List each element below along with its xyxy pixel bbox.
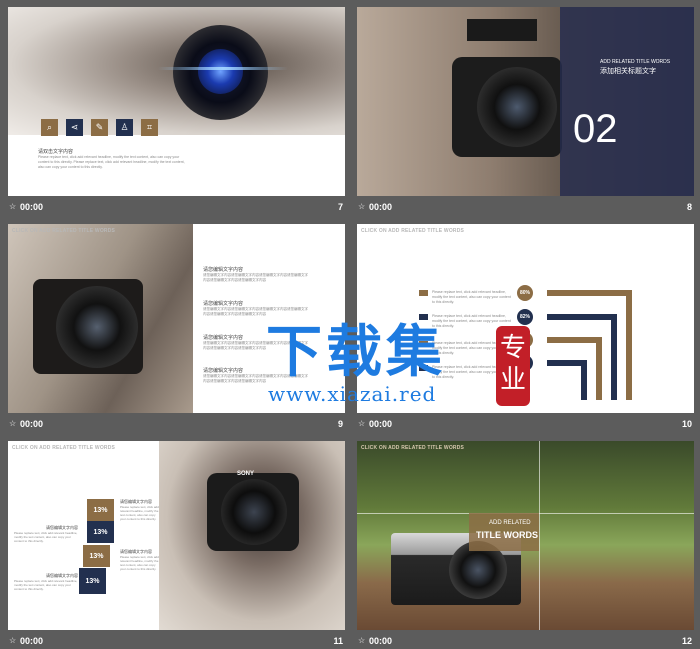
- slide9-title: CLICK ON ADD RELATED TITLE WORDS: [12, 228, 116, 234]
- block-body: 请您编辑文字内容请您编辑文字内容请您编辑文字内容请您编辑文字内容请您编辑文字内容…: [203, 273, 308, 282]
- cube-label: 请您编辑文字内容 Please replace text, click add …: [14, 525, 78, 543]
- slide8-small-title: ADD RELATED TITLE WORDS: [600, 59, 671, 65]
- slide-caption: ☆ 00:00 10: [357, 416, 694, 434]
- star-icon[interactable]: ☆: [9, 636, 16, 645]
- slide-time: 00:00: [369, 419, 393, 429]
- user-icon[interactable]: ♙: [116, 119, 133, 136]
- slide12-words: TITLE WORDS: [476, 530, 538, 540]
- percent-cube: 13%: [87, 521, 114, 543]
- slide10-title: CLICK ON ADD RELATED TITLE WORDS: [361, 228, 465, 234]
- block-heading: 请您编辑文字内容: [203, 301, 244, 307]
- slide-time: 00:00: [20, 419, 44, 429]
- slide7-heading: 请双击文字内容: [38, 149, 74, 155]
- crop-icon[interactable]: ⌗: [141, 119, 158, 136]
- camera-lens-photo: [8, 7, 345, 135]
- slide-caption: ☆ 00:00 12: [357, 633, 694, 649]
- slide-number: 10: [681, 419, 692, 429]
- slide7-body: Please replace text, click add relevant …: [38, 155, 185, 169]
- slide-number: 11: [333, 636, 343, 646]
- section-number: 02: [573, 107, 618, 151]
- slide-caption: ☆ 00:00 11: [8, 633, 345, 649]
- slide11-title: CLICK ON ADD RELATED TITLE WORDS: [12, 445, 116, 451]
- watermark-text: 下载集: [266, 319, 446, 385]
- block-heading: 请您编辑文字内容: [203, 267, 244, 273]
- camera-rain-photo: SONY: [159, 441, 345, 630]
- watermark-seal: 专业: [496, 326, 530, 406]
- arrow-bar: [611, 314, 617, 400]
- grid-line: [539, 441, 540, 630]
- star-icon[interactable]: ☆: [9, 419, 16, 428]
- slide-caption: ☆ 00:00 8: [357, 199, 694, 217]
- arrow-bar: [626, 290, 632, 400]
- slide8-cn-title: 添加相关标题文字: [600, 68, 656, 75]
- slide-time: 00:00: [369, 202, 393, 212]
- slide-time: 00:00: [369, 636, 393, 646]
- percent-cube: 13%: [79, 568, 106, 594]
- percent-badge: 82%: [517, 309, 533, 325]
- title-band: [560, 7, 694, 196]
- star-icon[interactable]: ☆: [358, 636, 365, 645]
- slide-time: 00:00: [20, 202, 44, 212]
- star-icon[interactable]: ☆: [358, 202, 365, 211]
- star-icon[interactable]: ☆: [9, 202, 16, 211]
- slide-caption: ☆ 00:00 7: [8, 199, 345, 217]
- percent-cube: 13%: [87, 499, 114, 521]
- slide12-title: CLICK ON ADD RELATED TITLE WORDS: [361, 445, 465, 451]
- share-icon[interactable]: ⋖: [66, 119, 83, 136]
- star-icon[interactable]: ☆: [358, 419, 365, 428]
- camera-brand: SONY: [237, 471, 255, 477]
- label-body: Please replace text, click add relevant …: [14, 531, 78, 543]
- arrow-bar: [547, 337, 602, 343]
- slide-caption: ☆ 00:00 9: [8, 416, 345, 434]
- icon-row: ⌕ ⋖ ✎ ♙ ⌗: [41, 119, 158, 136]
- slide-number: 7: [337, 202, 343, 212]
- video-camera-photo: [8, 224, 193, 413]
- slide-time: 00:00: [20, 636, 44, 646]
- search-icon[interactable]: ⌕: [41, 119, 58, 136]
- row-text: Please replace text, click add relevant …: [432, 290, 511, 304]
- label-body: Please replace text, click add relevant …: [14, 579, 78, 591]
- cube-label: 请您编辑文字内容 Please replace text, click add …: [120, 549, 160, 571]
- slide-number: 9: [337, 419, 343, 429]
- label-body: Please replace text, click add relevant …: [120, 505, 159, 521]
- text-block: 请您编辑文字内容 请您编辑文字内容请您编辑文字内容请您编辑文字内容请您编辑文字内…: [203, 266, 308, 283]
- label-body: Please replace text, click add relevant …: [120, 555, 159, 571]
- percent-badge: 80%: [517, 285, 533, 301]
- watermark-url: www.xiazai.red: [268, 382, 437, 406]
- arrow-bar: [547, 314, 617, 320]
- arrow-bar: [596, 337, 602, 400]
- pencil-icon[interactable]: ✎: [91, 119, 108, 136]
- arrow-bar: [547, 290, 632, 296]
- arrow-bar: [581, 360, 587, 400]
- bullet-square: [419, 290, 428, 296]
- slide-number: 8: [686, 202, 692, 212]
- cube-label: 请您编辑文字内容 Please replace text, click add …: [120, 499, 160, 521]
- slide-number: 12: [681, 636, 692, 646]
- slide12-add: ADD RELATED: [489, 520, 531, 526]
- percent-cube: 13%: [83, 545, 110, 567]
- cube-label: 请您编辑文字内容 Please replace text, click add …: [14, 573, 78, 591]
